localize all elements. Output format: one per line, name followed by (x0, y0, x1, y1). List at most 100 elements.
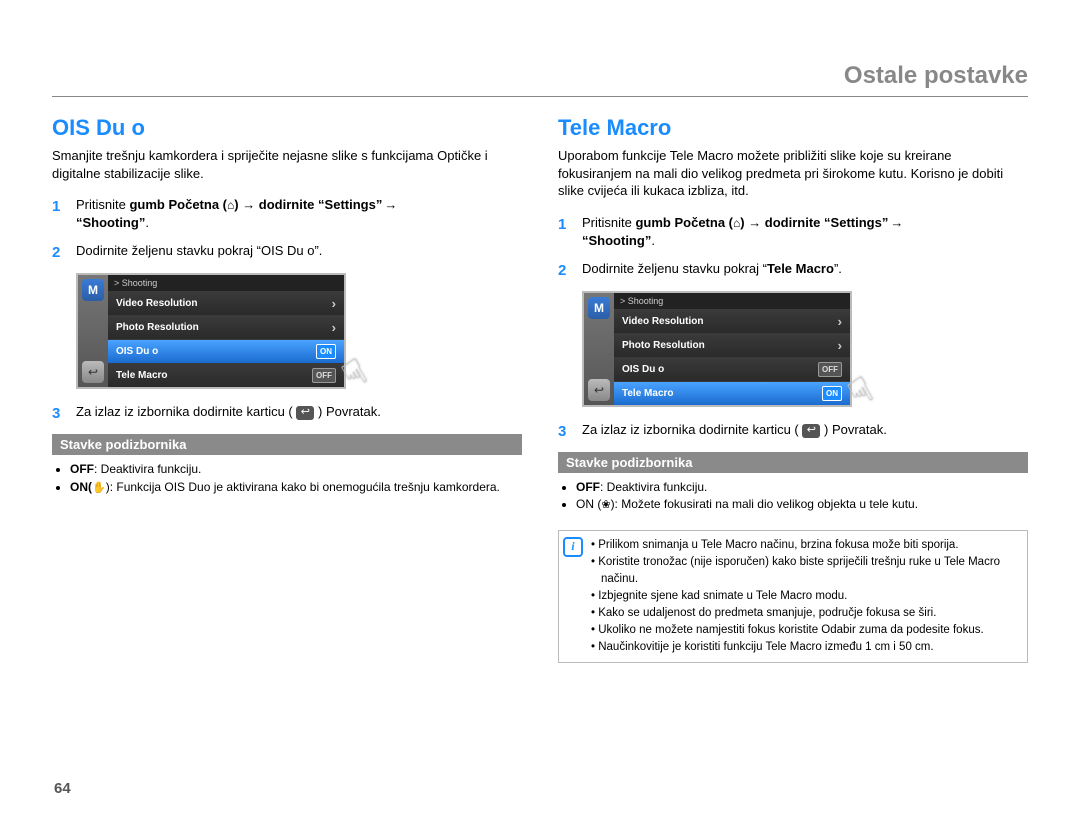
text: Za izlaz iz izbornika dodirnite karticu … (582, 422, 799, 437)
ui-list: > Shooting Video Resolution› Photo Resol… (108, 275, 344, 387)
mode-icon: M (82, 279, 104, 301)
step-body: Pritisnite gumb Početna (⌂) → dodirnite … (582, 214, 1028, 250)
text: Dodirnite željenu stavku pokraj “ (76, 243, 261, 258)
arrow-icon: → (890, 215, 903, 230)
text: Tele Macro (767, 261, 834, 276)
text: ) → dodirnite (234, 197, 314, 212)
step-body: Dodirnite željenu stavku pokraj “OIS Du … (76, 242, 522, 263)
section-title-telemacro: Tele Macro (558, 115, 1028, 141)
arrow-icon: → (384, 197, 397, 212)
menu-row-video-resolution[interactable]: Video Resolution› (108, 291, 344, 315)
step-number: 2 (558, 260, 572, 281)
text: gumb Početna ( (635, 215, 733, 230)
note-box: i Prilikom snimanja u Tele Macro načinu,… (558, 530, 1028, 663)
step-body: Za izlaz iz izbornika dodirnite karticu … (582, 421, 1028, 442)
page-header: Ostale postavke (52, 62, 1028, 97)
note-item: Koristite tronožac (nije isporučen) kako… (591, 554, 1019, 586)
step-2-right: 2 Dodirnite željenu stavku pokraj “Tele … (558, 260, 1028, 281)
menu-row-photo-resolution[interactable]: Photo Resolution› (614, 333, 850, 357)
note-item: Izbjegnite sjene kad snimate u Tele Macr… (591, 588, 1019, 604)
toggle-on[interactable]: ON (316, 344, 336, 359)
intro-telemacro: Uporabom funkcije Tele Macro možete prib… (558, 147, 1028, 200)
submenu-list: OFF: Deaktivira funkciju. ON(✋): Funkcij… (52, 461, 522, 496)
note-list: Prilikom snimanja u Tele Macro načinu, b… (587, 531, 1027, 662)
ui-screenshot-ois: M ↩ > Shooting Video Resolution› Photo R… (76, 273, 346, 389)
menu-row-tele-macro[interactable]: Tele MacroOFF (108, 363, 344, 387)
flower-icon: ❀ (601, 498, 610, 514)
toggle-off[interactable]: OFF (818, 362, 842, 377)
toggle-off[interactable]: OFF (312, 368, 336, 383)
breadcrumb: > Shooting (614, 293, 850, 309)
step-body: Dodirnite željenu stavku pokraj “Tele Ma… (582, 260, 1028, 281)
mode-icon: M (588, 297, 610, 319)
return-icon: ↩ (802, 424, 820, 438)
step-3-left: 3 Za izlaz iz izbornika dodirnite kartic… (52, 403, 522, 424)
text-bold: gumb Početna ( (129, 197, 227, 212)
submenu-item-on: ON(✋): Funkcija OIS Duo je aktivirana ka… (70, 479, 522, 497)
two-column-layout: OIS Du o Smanjite trešnju kamkordera i s… (52, 115, 1028, 663)
breadcrumb: > Shooting (108, 275, 344, 291)
text: “Shooting” (582, 233, 651, 248)
step-number: 1 (558, 214, 572, 250)
text: “Settings” (824, 215, 888, 230)
step-2-left: 2 Dodirnite željenu stavku pokraj “OIS D… (52, 242, 522, 263)
step-number: 3 (558, 421, 572, 442)
text: ) → dodirnite (740, 215, 820, 230)
text: OIS Du o (261, 243, 314, 258)
ui-sidebar: M ↩ (584, 293, 614, 405)
step-body: Za izlaz iz izbornika dodirnite karticu … (76, 403, 522, 424)
step-3-right: 3 Za izlaz iz izbornika dodirnite kartic… (558, 421, 1028, 442)
chevron-right-icon: › (332, 320, 336, 335)
return-icon: ↩ (296, 406, 314, 420)
submenu-heading: Stavke podizbornika (558, 452, 1028, 473)
chevron-right-icon: › (838, 338, 842, 353)
step-1-left: 1 Pritisnite gumb Početna (⌂) → dodirnit… (52, 196, 522, 232)
submenu-heading: Stavke podizbornika (52, 434, 522, 455)
return-icon: ↩ (588, 379, 610, 401)
submenu-item-on: ON (❀): Možete fokusirati na mali dio ve… (576, 496, 1028, 514)
text: ”. (314, 243, 322, 258)
text: Dodirnite željenu stavku pokraj “ (582, 261, 767, 276)
menu-row-ois-duo[interactable]: OIS Du oON (108, 339, 344, 363)
menu-row-tele-macro[interactable]: Tele MacroON (614, 381, 850, 405)
step-number: 2 (52, 242, 66, 263)
right-column: Tele Macro Uporabom funkcije Tele Macro … (558, 115, 1028, 663)
note-item: Prilikom snimanja u Tele Macro načinu, b… (591, 537, 1019, 553)
submenu-item-off: OFF: Deaktivira funkciju. (70, 461, 522, 478)
chevron-right-icon: › (838, 314, 842, 329)
text: “Settings” (318, 197, 382, 212)
section-title-ois: OIS Du o (52, 115, 522, 141)
step-number: 3 (52, 403, 66, 424)
text: “Shooting” (76, 215, 145, 230)
text: . (145, 215, 149, 230)
toggle-on[interactable]: ON (822, 386, 842, 401)
page-number: 64 (54, 780, 71, 797)
ui-screenshot-telemacro: M ↩ > Shooting Video Resolution› Photo R… (582, 291, 852, 407)
text: ”. (834, 261, 842, 276)
step-1-right: 1 Pritisnite gumb Početna (⌂) → dodirnit… (558, 214, 1028, 250)
menu-row-video-resolution[interactable]: Video Resolution› (614, 309, 850, 333)
step-body: Pritisnite gumb Početna (⌂) → dodirnite … (76, 196, 522, 232)
ui-list: > Shooting Video Resolution› Photo Resol… (614, 293, 850, 405)
submenu-list: OFF: Deaktivira funkciju. ON (❀): Možete… (558, 479, 1028, 514)
menu-row-photo-resolution[interactable]: Photo Resolution› (108, 315, 344, 339)
text: Pritisnite (582, 215, 632, 230)
text: Za izlaz iz izbornika dodirnite karticu … (76, 404, 293, 419)
left-column: OIS Du o Smanjite trešnju kamkordera i s… (52, 115, 522, 663)
text: ) Povratak. (318, 404, 381, 419)
intro-ois: Smanjite trešnju kamkordera i spriječite… (52, 147, 522, 182)
ui-sidebar: M ↩ (78, 275, 108, 387)
note-item: Naučinkovitije je koristiti funkciju Tel… (591, 639, 1019, 655)
text: ) Povratak. (824, 422, 887, 437)
note-icon: i (563, 537, 583, 557)
menu-row-ois-duo[interactable]: OIS Du oOFF (614, 357, 850, 381)
text: . (651, 233, 655, 248)
return-icon: ↩ (82, 361, 104, 383)
note-item: Ukoliko ne možete namjestiti fokus koris… (591, 622, 1019, 638)
chevron-right-icon: › (332, 296, 336, 311)
note-item: Kako se udaljenost do predmeta smanjuje,… (591, 605, 1019, 621)
submenu-item-off: OFF: Deaktivira funkciju. (576, 479, 1028, 496)
step-number: 1 (52, 196, 66, 232)
hand-icon: ✋ (92, 481, 106, 497)
text: Pritisnite (76, 197, 126, 212)
